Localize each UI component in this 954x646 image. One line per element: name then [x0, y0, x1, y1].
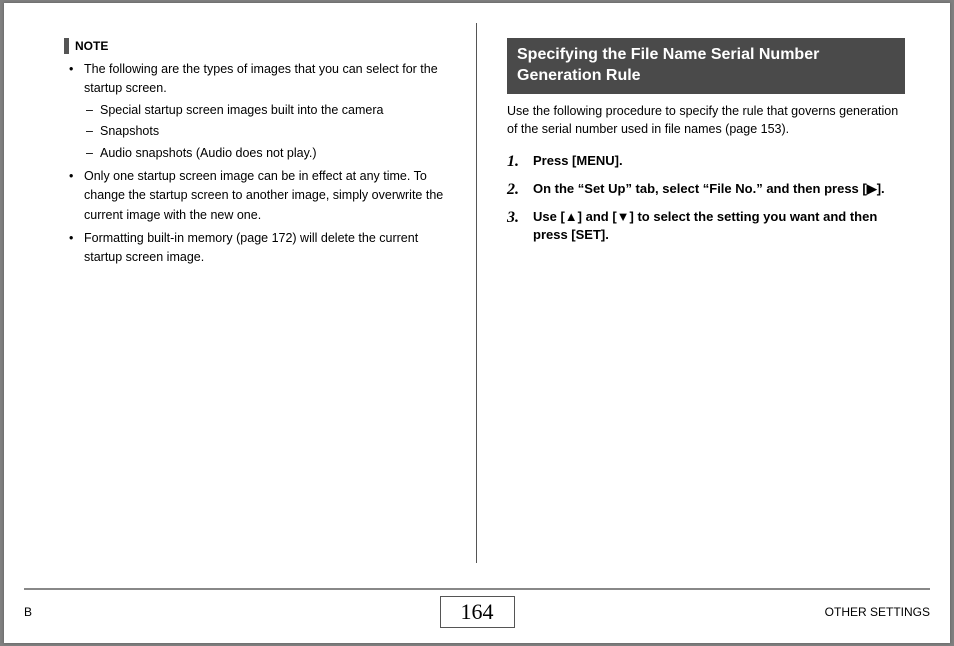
step-item: Use [▲] and [▼] to select the setting yo…	[507, 208, 905, 244]
right-column: Specifying the File Name Serial Number G…	[477, 23, 950, 563]
note-list: The following are the types of images th…	[64, 60, 446, 268]
footer-left-label: B	[24, 605, 224, 619]
step-item: Press [MENU].	[507, 152, 905, 170]
footer-row: B 164 OTHER SETTINGS	[4, 596, 950, 628]
footer-right-label: OTHER SETTINGS	[730, 605, 930, 619]
note-bar-icon	[64, 38, 69, 54]
sub-bullet: Special startup screen images built into…	[100, 101, 446, 120]
bullet-item: Formatting built-in memory (page 172) wi…	[84, 229, 446, 268]
sub-bullet: Snapshots	[100, 122, 446, 141]
note-label: NOTE	[75, 39, 108, 53]
bullet-item: The following are the types of images th…	[84, 60, 446, 163]
footer-divider	[24, 588, 930, 590]
section-intro: Use the following procedure to specify t…	[507, 102, 905, 138]
sub-bullet: Audio snapshots (Audio does not play.)	[100, 144, 446, 163]
bullet-text: The following are the types of images th…	[84, 62, 438, 95]
note-heading: NOTE	[64, 38, 446, 54]
content-area: NOTE The following are the types of imag…	[4, 3, 950, 563]
sub-list: Special startup screen images built into…	[84, 101, 446, 163]
left-column: NOTE The following are the types of imag…	[4, 23, 477, 563]
step-item: On the “Set Up” tab, select “File No.” a…	[507, 180, 905, 198]
bullet-item: Only one startup screen image can be in …	[84, 167, 446, 225]
page-footer: B 164 OTHER SETTINGS	[4, 588, 950, 633]
page-number: 164	[440, 596, 515, 628]
step-list: Press [MENU]. On the “Set Up” tab, selec…	[507, 152, 905, 245]
section-title: Specifying the File Name Serial Number G…	[507, 38, 905, 94]
manual-page: NOTE The following are the types of imag…	[4, 3, 950, 643]
